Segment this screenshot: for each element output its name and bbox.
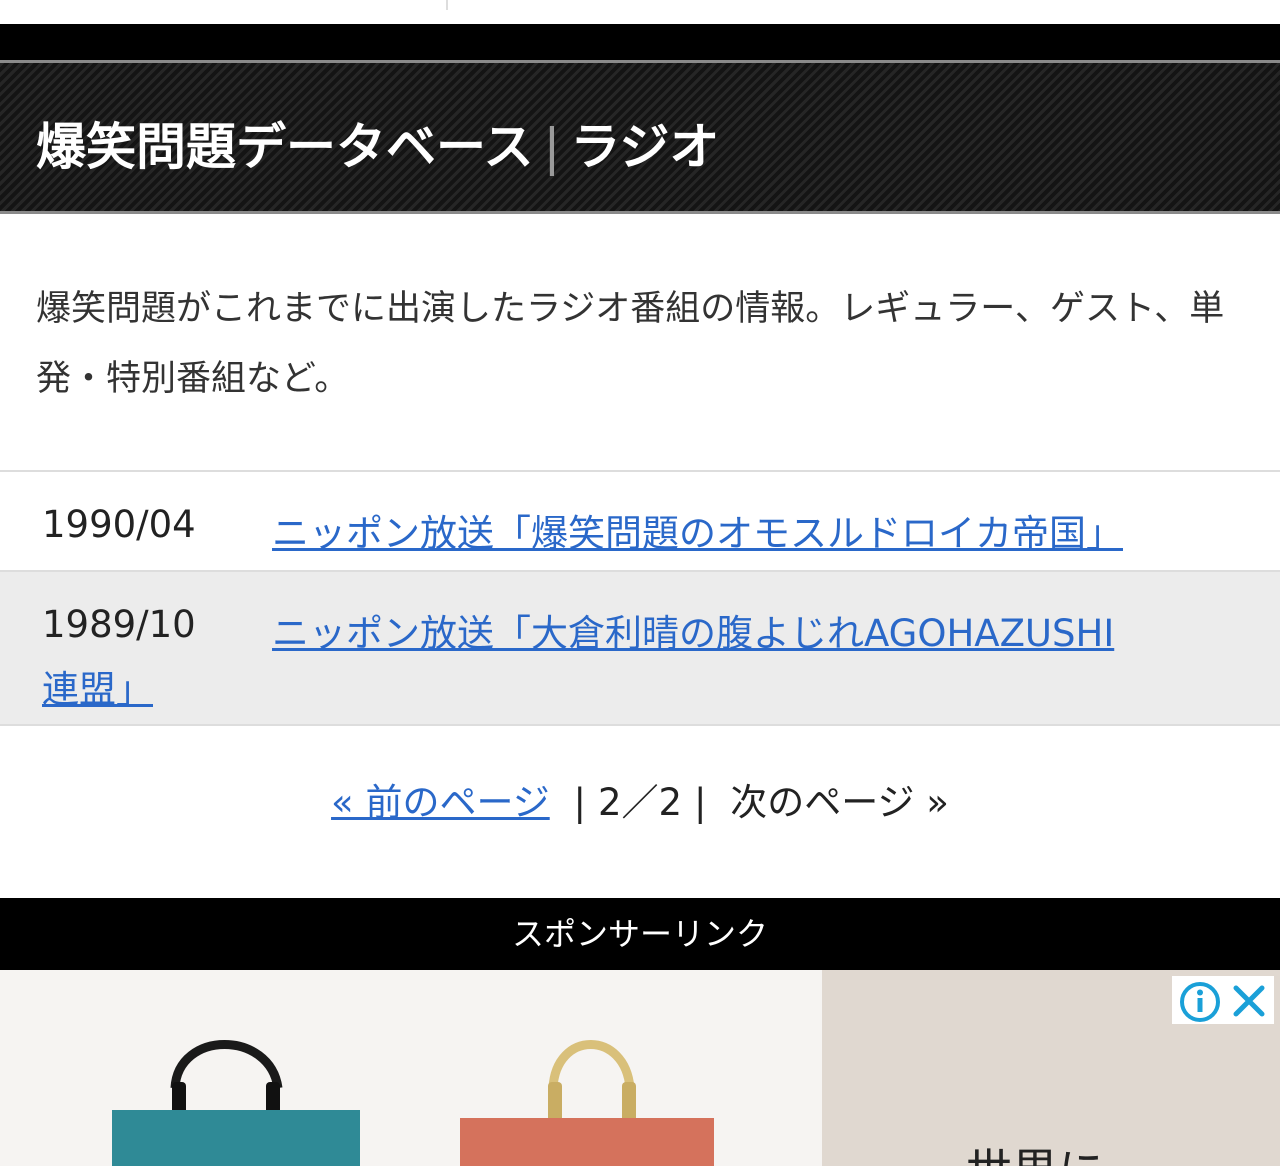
section-title: ラジオ: [570, 118, 720, 176]
prev-page-link[interactable]: « 前のページ: [331, 781, 550, 824]
page-title: 爆笑問題データベース | ラジオ: [36, 107, 719, 179]
sponsor-label: スポンサーリンク: [0, 898, 1280, 970]
list-item: 1989/10 ニッポン放送「大倉利晴の腹よじれAGOHAZUSHI 連盟」: [0, 572, 1280, 726]
ad-controls: [1172, 976, 1274, 1024]
radio-list: 1990/04 ニッポン放送「爆笑問題のオモスルドロイカ帝国」 1989/10 …: [0, 470, 1280, 726]
close-icon[interactable]: [1230, 982, 1268, 1020]
list-item: 1990/04 ニッポン放送「爆笑問題のオモスルドロイカ帝国」: [0, 472, 1280, 572]
entry-date: 1989/10: [42, 603, 196, 646]
page-description: 爆笑問題がこれまでに出演したラジオ番組の情報。レギュラー、ゲスト、単発・特別番組…: [36, 289, 1225, 399]
next-page-label: 次のページ »: [730, 781, 949, 824]
pagination: « 前のページ | 2／2 | 次のページ »: [0, 772, 1280, 826]
ad-banner[interactable]: 世界に: [0, 970, 1280, 1166]
entry-link[interactable]: ニッポン放送「爆笑問題のオモスルドロイカ帝国」: [272, 503, 1123, 557]
divider-tick: [446, 0, 448, 10]
page-indicator: 2／2: [597, 781, 683, 824]
entry-date: 1990/04: [42, 503, 196, 546]
entry-link-continuation[interactable]: 連盟」: [42, 659, 153, 713]
ad-text[interactable]: 世界に: [966, 1135, 1104, 1166]
pagination-divider: |: [573, 781, 586, 824]
teal-bag-image[interactable]: [0, 970, 822, 1166]
title-separator: |: [543, 118, 561, 176]
pagination-divider: |: [694, 781, 707, 824]
entry-link[interactable]: ニッポン放送「大倉利晴の腹よじれAGOHAZUSHI: [272, 603, 1114, 657]
page-header: 爆笑問題データベース | ラジオ: [0, 60, 1280, 214]
nav-bar: [0, 24, 1280, 60]
top-strip: [0, 0, 1280, 24]
info-icon[interactable]: [1178, 980, 1222, 1024]
site-title: 爆笑問題データベース: [36, 118, 534, 176]
ad-image-area[interactable]: [0, 970, 822, 1166]
